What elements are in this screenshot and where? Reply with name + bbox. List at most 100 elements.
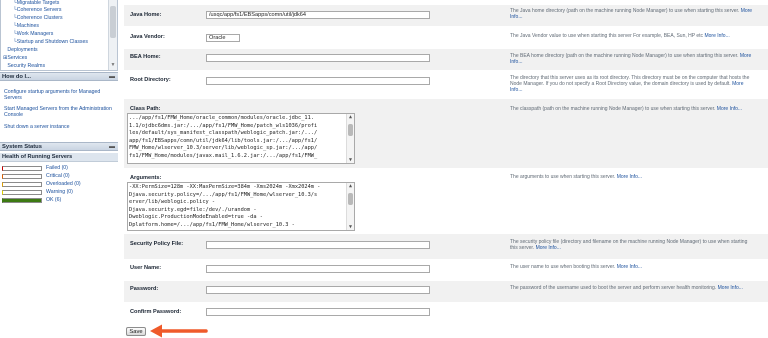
howdo-header: How do I... ▬	[0, 72, 118, 81]
text-line: FMW_Home/wlserver_10.3/server/lib/weblog…	[129, 145, 318, 152]
scroll-thumb[interactable]	[348, 124, 353, 136]
arguments-scrollbar[interactable]: ▲ ▼	[346, 183, 354, 230]
health-status-label[interactable]: Warning (0)	[46, 189, 73, 196]
left-sidebar: └Migratable Targets └Coherence Servers └…	[0, 0, 118, 337]
text-line: fs1/FMW_Home/modules/javax.mail_1.6.2.ja…	[129, 152, 318, 159]
java-home-input[interactable]: /usqc/app/fs1/EBSapps/comn/util/jdk64	[206, 11, 430, 19]
root-directory-input[interactable]	[206, 77, 430, 85]
row-class-path: Class Path: .../app/fs1/FMW_Home/oracle_…	[124, 99, 768, 169]
row-user-name: User Name: The user name to use when boo…	[124, 260, 768, 281]
confirm-password-label: Confirm Password:	[130, 309, 182, 315]
scroll-down-icon[interactable]: ▼	[347, 157, 354, 163]
tree-scrollbar[interactable]: ▼	[108, 0, 117, 70]
health-bar-fill	[3, 199, 41, 202]
text-line: -XX:PermSize=128m -XX:MaxPermSize=384m -…	[129, 184, 321, 190]
collapse-icon[interactable]: ▬	[109, 143, 115, 152]
howdo-link-start-managed[interactable]: Start Managed Servers from the Administr…	[4, 106, 112, 118]
health-status-label[interactable]: Failed (0)	[46, 165, 68, 172]
bea-home-input[interactable]	[206, 54, 430, 62]
row-arguments: Arguments: -XX:PermSize=128m -XX:MaxPerm…	[124, 169, 768, 234]
text-line: 1.1/ojdbc6dms.jar:/.../app/fs1/FMW_Home/…	[129, 122, 318, 129]
row-java-vendor: Java Vendor: Oracle The Java Vendor valu…	[124, 27, 768, 49]
security-policy-input[interactable]	[206, 241, 430, 249]
confirm-password-input[interactable]	[206, 308, 430, 316]
collapse-icon[interactable]: ▬	[109, 73, 115, 82]
tree-item-coherence-servers[interactable]: └Coherence Servers	[3, 7, 61, 13]
health-status-label[interactable]: OK (6)	[46, 197, 61, 204]
scroll-thumb[interactable]	[348, 193, 353, 205]
tree-item-migratable-targets[interactable]: └Migratable Targets	[3, 0, 59, 6]
java-vendor-input[interactable]: Oracle	[206, 34, 240, 42]
annotation-arrow-icon	[150, 324, 208, 338]
bea-home-help: The BEA home directory (path on the mach…	[510, 53, 752, 65]
howdo-panel: Configure startup arguments for Managed …	[0, 85, 118, 140]
health-status-row: Failed (0)	[0, 165, 118, 172]
text-line: Djava.security.policy=/.../app/fs1/FMW_H…	[129, 191, 318, 198]
bea-home-label: BEA Home:	[130, 54, 161, 60]
system-status-header: System Status ▬	[0, 142, 118, 151]
class-path-scrollbar[interactable]: ▲ ▼	[346, 114, 354, 163]
more-info-link[interactable]: More Info...	[704, 33, 729, 39]
tree-item-work-managers[interactable]: └Work Managers	[3, 31, 53, 37]
health-status-label[interactable]: Overloaded (0)	[46, 181, 81, 188]
root-directory-label: Root Directory:	[130, 77, 171, 83]
scroll-up-icon[interactable]: ▲	[347, 114, 354, 120]
howdo-link-startup-args[interactable]: Configure startup arguments for Managed …	[4, 89, 112, 101]
class-path-label: Class Path:	[130, 106, 161, 112]
text-line: Djava.security.egd=file:/dev/./urandom -	[129, 206, 257, 213]
password-label: Password:	[130, 286, 159, 292]
scroll-up-icon[interactable]: ▲	[347, 183, 354, 189]
row-password: Password: The password of the username u…	[124, 281, 768, 303]
health-bar	[2, 166, 42, 171]
tree-scroll-thumb[interactable]	[110, 6, 116, 38]
arguments-textarea[interactable]: -XX:PermSize=128m -XX:MaxPermSize=384m -…	[127, 182, 355, 231]
health-bar	[2, 198, 42, 203]
class-path-help: The classpath (path on the machine runni…	[510, 106, 743, 112]
tree-item-startup-shutdown[interactable]: └Startup and Shutdown Classes	[3, 39, 88, 45]
health-bar	[2, 190, 42, 195]
more-info-link[interactable]: More Info...	[617, 264, 642, 270]
scroll-down-icon[interactable]: ▼	[110, 62, 116, 68]
java-home-help: The Java home directory (path on the mac…	[510, 8, 753, 20]
row-root-directory: Root Directory: The directory that this …	[124, 71, 768, 99]
save-button[interactable]: Save	[126, 327, 146, 336]
domain-structure-tree: └Migratable Targets └Coherence Servers └…	[0, 0, 118, 71]
more-info-link[interactable]: More Info...	[536, 245, 561, 251]
class-path-textarea[interactable]: .../app/fs1/FMW_Home/oracle_common/modul…	[127, 113, 355, 164]
security-policy-label: Security Policy File:	[130, 241, 184, 247]
health-bar	[2, 182, 42, 187]
text-line: app/fs1/EBSapps/comn/util/jdk64/lib/tool…	[129, 137, 318, 144]
tree-item-machines[interactable]: └Machines	[3, 23, 39, 29]
more-info-link[interactable]: More Info...	[717, 106, 742, 112]
more-info-link[interactable]: More Info...	[718, 285, 743, 291]
user-name-input[interactable]	[206, 265, 430, 273]
tree-item-services[interactable]: ⊞Services	[3, 55, 27, 61]
java-vendor-help: The Java Vendor value to use when starti…	[510, 33, 730, 39]
password-help: The password of the username used to boo…	[510, 285, 743, 291]
arguments-label: Arguments:	[130, 175, 162, 181]
tree-item-security-realms[interactable]: Security Realms	[3, 63, 45, 69]
health-subtitle: Health of Running Servers	[0, 153, 118, 162]
text-line: erver/lib/weblogic.policy -	[129, 199, 216, 206]
server-start-form: Java Home: /usqc/app/fs1/EBSapps/comn/ut…	[124, 0, 768, 338]
password-input[interactable]	[206, 286, 430, 294]
arguments-help: The arguments to use when starting this …	[510, 174, 643, 180]
health-status-row: Critical (0)	[0, 173, 118, 180]
text-line: les/default/sys_manifest_classpath/weblo…	[129, 130, 318, 137]
howdo-link-shutdown[interactable]: Shut down a server instance	[4, 124, 112, 130]
health-status-row: OK (6)	[0, 197, 118, 204]
java-home-label: Java Home:	[130, 12, 162, 18]
more-info-link[interactable]: More Info...	[617, 174, 642, 180]
text-line: Dplatform.home=/.../app/fs1/FMW_Home/wls…	[129, 221, 295, 228]
tree-item-deployments[interactable]: Deployments	[3, 47, 37, 53]
text-line: Dweblogic.ProductionModeEnabled=true -da…	[129, 214, 263, 221]
health-status-row: Warning (0)	[0, 189, 118, 196]
tree-item-coherence-clusters[interactable]: └Coherence Clusters	[3, 15, 63, 21]
health-status-label[interactable]: Critical (0)	[46, 173, 70, 180]
user-name-label: User Name:	[130, 265, 162, 271]
scroll-down-icon[interactable]: ▼	[347, 224, 354, 230]
row-bea-home: BEA Home: The BEA home directory (path o…	[124, 49, 768, 71]
root-directory-help: The directory that this server uses as i…	[510, 75, 750, 93]
text-line: .../app/fs1/FMW_Home/oracle_common/modul…	[129, 115, 314, 121]
user-name-help: The user name to use when booting this s…	[510, 264, 643, 270]
